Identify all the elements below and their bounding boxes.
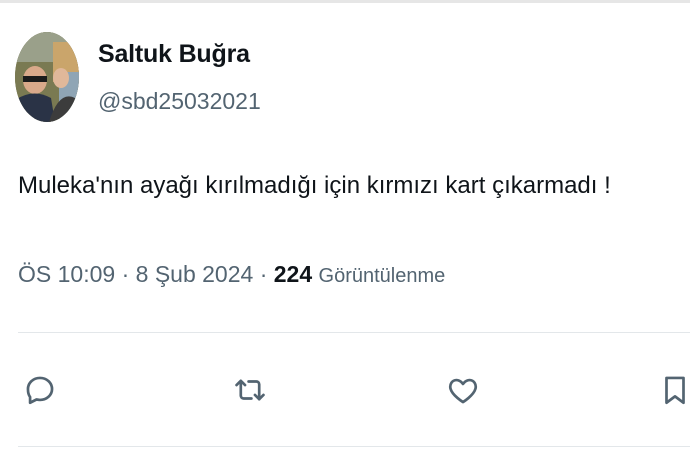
tweet-card: Saltuk Buğra @sbd25032021 Muleka'nın aya…: [0, 0, 690, 450]
avatar[interactable]: [15, 32, 79, 122]
reply-icon: [26, 376, 54, 405]
divider: [18, 332, 690, 333]
bookmark-icon: [665, 376, 685, 405]
like-button[interactable]: [445, 370, 481, 410]
tweet-text: Muleka'nın ayağı kırılmadığı için kırmız…: [18, 172, 611, 199]
tweet-date[interactable]: 8 Şub 2024: [136, 261, 254, 287]
bookmark-button[interactable]: [657, 370, 690, 410]
author-name[interactable]: Saltuk Buğra: [98, 40, 250, 69]
divider: [18, 446, 690, 447]
avatar-photo: [15, 32, 79, 122]
views-label: Görüntülenme: [318, 265, 446, 287]
reply-button[interactable]: [22, 370, 58, 410]
meta-separator: ·: [253, 261, 274, 287]
views-count: 224: [273, 261, 313, 287]
tweet-time[interactable]: ÖS 10:09: [18, 261, 115, 287]
retweet-icon: [235, 379, 265, 401]
meta-separator: ·: [115, 261, 136, 287]
tweet-meta: ÖS 10:09 · 8 Şub 2024 · 224 Görüntülenme: [18, 261, 445, 288]
retweet-button[interactable]: [232, 370, 268, 410]
like-icon: [448, 378, 478, 404]
author-handle[interactable]: @sbd25032021: [98, 88, 261, 115]
